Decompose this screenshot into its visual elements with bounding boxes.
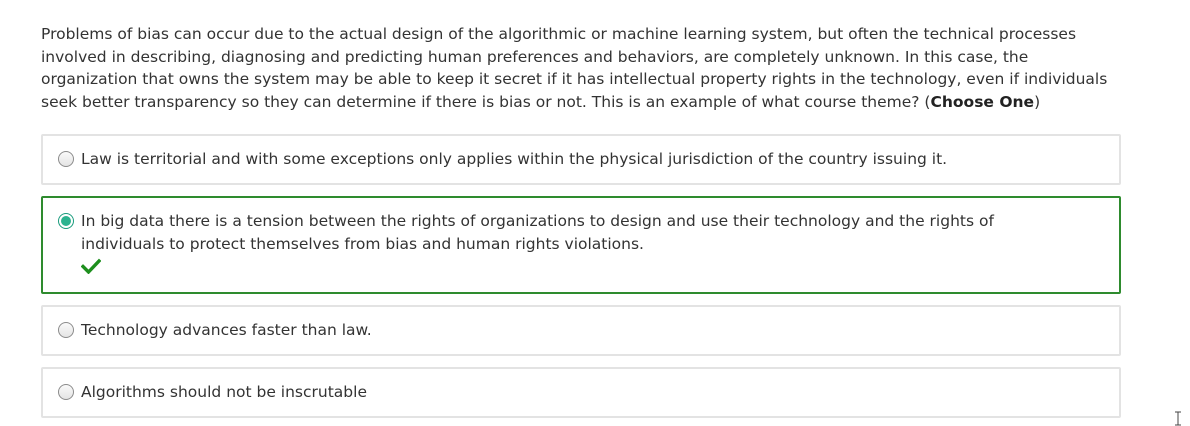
- question-text: Problems of bias can occur due to the ac…: [41, 23, 1121, 113]
- radio-button[interactable]: [58, 384, 74, 400]
- answer-option-4[interactable]: Algorithms should not be inscrutable: [41, 367, 1121, 418]
- question-closing: ): [1034, 92, 1041, 111]
- answer-option-label: In big data there is a tension between t…: [81, 212, 994, 253]
- answer-option-label: Technology advances faster than law.: [81, 321, 372, 339]
- checkmark-icon: [81, 258, 101, 274]
- answer-options: Law is territorial and with some excepti…: [41, 134, 1121, 426]
- answer-option-3[interactable]: Technology advances faster than law.: [41, 305, 1121, 356]
- radio-button-selected[interactable]: [58, 213, 74, 229]
- answer-option-label: Law is territorial and with some excepti…: [81, 150, 948, 168]
- answer-option-label: Algorithms should not be inscrutable: [81, 383, 367, 401]
- radio-button[interactable]: [58, 151, 74, 167]
- text-cursor-icon: [1175, 411, 1181, 426]
- question-instruction: Choose One: [930, 92, 1035, 111]
- answer-option-1[interactable]: Law is territorial and with some excepti…: [41, 134, 1121, 185]
- answer-option-2[interactable]: In big data there is a tension between t…: [41, 196, 1121, 294]
- radio-button[interactable]: [58, 322, 74, 338]
